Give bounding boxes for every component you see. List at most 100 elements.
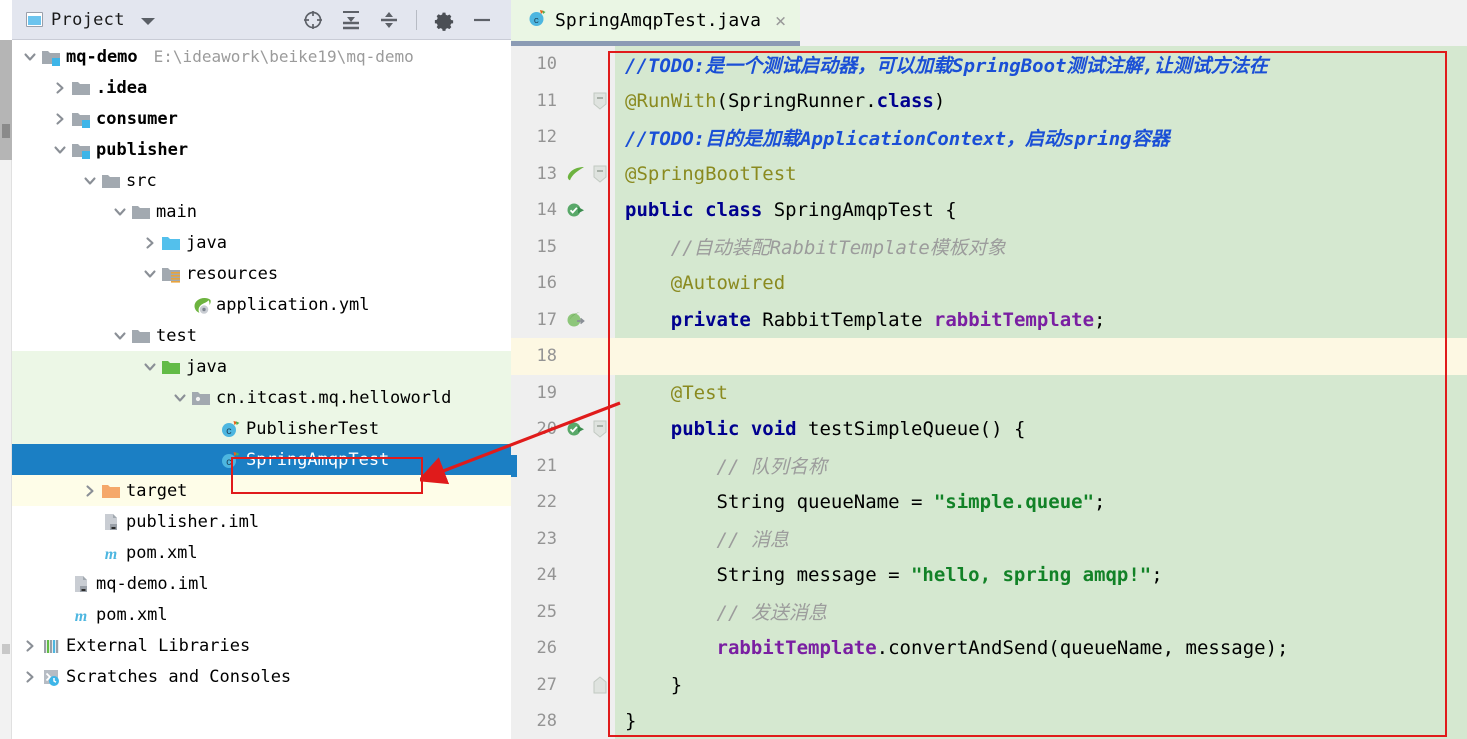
tree-item-scratches-and-consoles[interactable]: Scratches and Consoles — [12, 661, 511, 692]
gutter-line-27[interactable]: 27 — [511, 667, 615, 704]
code-line-11[interactable]: @RunWith (SpringRunner. class) — [615, 83, 1467, 120]
tree-item-main[interactable]: main — [12, 196, 511, 227]
chevron-right-icon[interactable] — [140, 227, 160, 258]
gutter-line-22[interactable]: 22 — [511, 484, 615, 521]
gutter-line-28[interactable]: 28 — [511, 703, 615, 739]
gutter-line-15[interactable]: 15 — [511, 229, 615, 266]
gutter-line-12[interactable]: 12 — [511, 119, 615, 156]
code-line-23[interactable]: // 消息 — [615, 521, 1467, 558]
tree-item-java[interactable]: java — [12, 351, 511, 382]
gutter-line-10[interactable]: 10 — [511, 46, 615, 83]
chevron-right-icon[interactable] — [20, 661, 40, 692]
code-line-27[interactable]: } — [615, 667, 1467, 704]
chevron-down-icon[interactable] — [20, 41, 40, 72]
close-icon[interactable]: × — [775, 10, 786, 32]
chevron-down-icon[interactable] — [110, 196, 130, 227]
run-test-icon[interactable] — [563, 199, 589, 221]
code-line-22[interactable]: String queueName = "simple.queue"; — [615, 484, 1467, 521]
chevron-right-icon[interactable] — [50, 103, 70, 134]
project-tree[interactable]: mq-demo E:\ideawork\beike19\mq-demo .idea c… — [12, 41, 511, 739]
project-window-icon — [26, 12, 43, 27]
gutter-line-21[interactable]: 21 — [511, 448, 615, 485]
tree-item-application-yml[interactable]: application.yml — [12, 289, 511, 320]
collapse-all-icon[interactable] — [378, 9, 400, 31]
code-line-25[interactable]: // 发送消息 — [615, 594, 1467, 631]
code-line-17[interactable]: private RabbitTemplate rabbitTemplate; — [615, 302, 1467, 339]
code-line-15[interactable]: //自动装配RabbitTemplate模板对象 — [615, 229, 1467, 266]
chevron-down-icon[interactable] — [80, 165, 100, 196]
tree-item-java[interactable]: java — [12, 227, 511, 258]
gutter-line-18[interactable]: 18 — [511, 338, 615, 375]
settings-gear-icon[interactable] — [433, 9, 455, 31]
code-line-28[interactable]: } — [615, 703, 1467, 739]
gutter-line-20[interactable]: 20 — [511, 411, 615, 448]
gutter-line-11[interactable]: 11 — [511, 83, 615, 120]
gutter-line-14[interactable]: 14 — [511, 192, 615, 229]
tree-item--idea[interactable]: .idea — [12, 72, 511, 103]
line-number: 10 — [536, 54, 557, 75]
tree-item-pom-xml[interactable]: m pom.xml — [12, 599, 511, 630]
project-title-group[interactable]: Project — [12, 10, 155, 30]
fold-marker-icon[interactable] — [589, 419, 611, 439]
minimize-icon[interactable] — [471, 9, 493, 31]
chevron-right-icon[interactable] — [80, 475, 100, 506]
chevron-down-icon[interactable] — [50, 134, 70, 165]
tree-item-pom-xml[interactable]: m pom.xml — [12, 537, 511, 568]
tree-item-test[interactable]: test — [12, 320, 511, 351]
fold-marker-icon[interactable] — [589, 675, 611, 695]
gutter-line-16[interactable]: 16 — [511, 265, 615, 302]
gutter-line-17[interactable]: 17 — [511, 302, 615, 339]
fold-marker-icon[interactable] — [589, 164, 611, 184]
code-line-20[interactable]: public void testSimpleQueue() { — [615, 411, 1467, 448]
tree-item-springamqptest[interactable]: c SpringAmqpTest — [12, 444, 511, 475]
code-line-10[interactable]: //TODO:是一个测试启动器，可以加载SpringBoot测试注解,让测试方法… — [615, 46, 1467, 83]
gutter-line-19[interactable]: 19 — [511, 375, 615, 412]
gutter-line-26[interactable]: 26 — [511, 630, 615, 667]
code-line-12[interactable]: //TODO:目的是加载ApplicationContext，启动spring容… — [615, 119, 1467, 156]
chevron-down-icon[interactable] — [110, 320, 130, 351]
tree-item-resources[interactable]: resources — [12, 258, 511, 289]
chevron-down-icon[interactable] — [170, 382, 190, 413]
tree-item-publishertest[interactable]: c PublisherTest — [12, 413, 511, 444]
gutter-line-24[interactable]: 24 — [511, 557, 615, 594]
tree-item-src[interactable]: src — [12, 165, 511, 196]
editor-tab-springamqptest[interactable]: c SpringAmqpTest.java × — [511, 0, 801, 46]
bean-nav-icon[interactable] — [563, 309, 589, 331]
editor-gutter[interactable]: 10 11 12 13 14 15 16 17 18 19 20 21 22 23 24 25 26 27 28 — [511, 46, 615, 739]
expand-all-icon[interactable] — [340, 9, 362, 31]
code-line-13[interactable]: @SpringBootTest — [615, 156, 1467, 193]
tree-item-cn-itcast-mq-helloworld[interactable]: cn.itcast.mq.helloworld — [12, 382, 511, 413]
tree-item-target[interactable]: target — [12, 475, 511, 506]
tree-item-mq-demo-iml[interactable]: mq-demo.iml — [12, 568, 511, 599]
tree-item-label: cn.itcast.mq.helloworld — [216, 387, 452, 408]
chevron-down-icon[interactable] — [140, 351, 160, 382]
gutter-line-25[interactable]: 25 — [511, 594, 615, 631]
run-test-icon[interactable] — [563, 418, 589, 440]
code-line-14[interactable]: public class SpringAmqpTest { — [615, 192, 1467, 229]
code-token: //TODO:目的是加载ApplicationContext，启动spring容… — [625, 127, 1170, 150]
spring-leaf-icon[interactable] — [563, 163, 589, 185]
code-line-26[interactable]: rabbitTemplate .convertAndSend(queueName,… — [615, 630, 1467, 667]
tree-item-publisher[interactable]: publisher — [12, 134, 511, 165]
chevron-down-icon[interactable] — [140, 258, 160, 289]
fold-marker-icon[interactable] — [589, 91, 611, 111]
code-editor[interactable]: 10 11 12 13 14 15 16 17 18 19 20 21 22 23 24 25 26 27 28 /… — [511, 46, 1467, 739]
chevron-right-icon[interactable] — [50, 72, 70, 103]
tree-item-mq-demo[interactable]: mq-demo E:\ideawork\beike19\mq-demo — [12, 41, 511, 72]
tree-item-consumer[interactable]: consumer — [12, 103, 511, 134]
code-line-24[interactable]: String message = "hello, spring amqp!"; — [615, 557, 1467, 594]
editor-code[interactable]: //TODO:是一个测试启动器，可以加载SpringBoot测试注解,让测试方法… — [615, 46, 1467, 739]
code-line-21[interactable]: // 队列名称 — [615, 448, 1467, 485]
gutter-line-23[interactable]: 23 — [511, 521, 615, 558]
scrollbar-thumb[interactable] — [0, 40, 12, 160]
code-line-16[interactable]: @Autowired — [615, 265, 1467, 302]
project-scrollbar[interactable] — [0, 40, 12, 739]
code-line-19[interactable]: @Test — [615, 375, 1467, 412]
tree-item-external-libraries[interactable]: External Libraries — [12, 630, 511, 661]
code-line-18[interactable] — [615, 338, 1467, 375]
gutter-line-13[interactable]: 13 — [511, 156, 615, 193]
chevron-right-icon[interactable] — [20, 630, 40, 661]
locate-icon[interactable] — [302, 9, 324, 31]
tree-item-publisher-iml[interactable]: publisher.iml — [12, 506, 511, 537]
chevron-down-icon[interactable] — [140, 17, 155, 25]
